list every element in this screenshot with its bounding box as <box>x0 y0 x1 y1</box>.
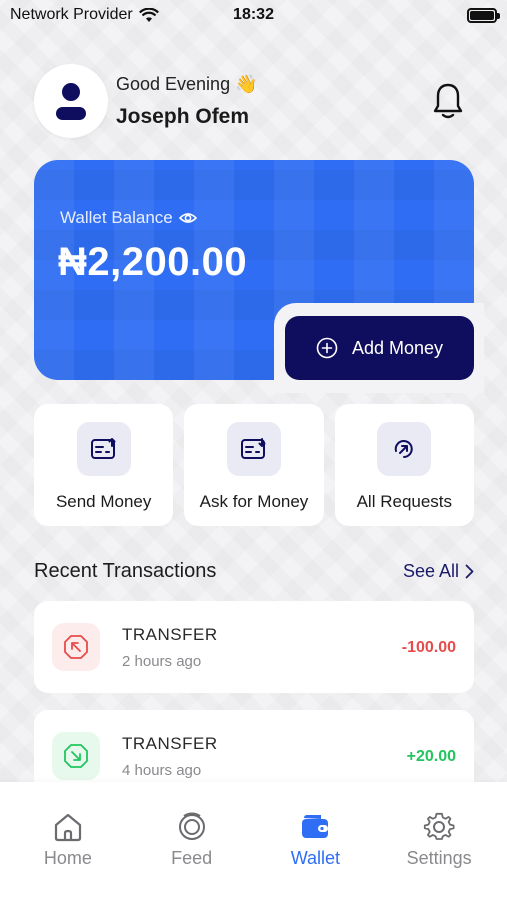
gear-icon <box>424 812 455 840</box>
tab-bar: Home Feed Wallet Settings <box>0 782 507 900</box>
recent-transactions-header: Recent Transactions See All <box>34 560 474 583</box>
home-icon <box>54 813 81 842</box>
tab-settings-label: Settings <box>406 848 472 868</box>
incoming-transfer-icon <box>52 732 100 780</box>
avatar[interactable] <box>34 64 108 138</box>
feed-icon <box>178 812 205 840</box>
quick-actions: Send Money Ask for Money All Requests <box>34 404 474 526</box>
user-icon <box>56 83 86 120</box>
wallet-balance-label: Wallet Balance <box>60 208 197 228</box>
see-all-label: See All <box>402 561 459 581</box>
status-time: 18:32 <box>233 6 274 23</box>
header: Good Evening 👋 Joseph Ofem <box>34 64 473 138</box>
send-money-icon <box>76 422 131 476</box>
transaction-amount: +20.00 <box>406 748 456 765</box>
transaction-row[interactable]: TRANSFER 2 hours ago -100.00 <box>34 601 474 693</box>
status-bar: Network Provider 18:32 <box>0 0 507 30</box>
tab-feed[interactable]: Feed <box>137 812 247 900</box>
recent-transactions-title: Recent Transactions <box>34 560 217 582</box>
wallet-label-text: Wallet Balance <box>60 208 173 227</box>
all-requests-label: All Requests <box>356 492 453 511</box>
carrier-name: Network Provider <box>10 6 133 23</box>
wave-emoji: 👋 <box>235 73 258 94</box>
all-requests-button[interactable]: All Requests <box>334 404 474 526</box>
requests-icon <box>377 422 432 476</box>
user-name: Joseph Ofem <box>116 104 250 128</box>
transaction-time: 4 hours ago <box>122 762 202 779</box>
notification-button[interactable] <box>433 82 463 125</box>
tab-settings[interactable]: Settings <box>384 812 494 900</box>
transaction-type: TRANSFER <box>122 625 218 644</box>
tab-wallet-label: Wallet <box>290 848 341 868</box>
greeting-block: Good Evening 👋 Joseph Ofem <box>116 74 258 129</box>
transaction-time: 2 hours ago <box>122 653 202 670</box>
ask-money-label: Ask for Money <box>199 492 309 511</box>
tab-feed-label: Feed <box>171 848 213 868</box>
tab-home-label: Home <box>43 848 92 868</box>
ask-money-button[interactable]: Ask for Money <box>184 404 324 526</box>
see-all-link[interactable]: See All <box>403 561 474 582</box>
ask-money-icon <box>226 422 281 476</box>
transaction-type: TRANSFER <box>122 734 218 753</box>
status-left: Network Provider <box>10 6 159 24</box>
transaction-amount: -100.00 <box>401 639 456 656</box>
send-money-button[interactable]: Send Money <box>34 404 174 526</box>
tab-wallet[interactable]: Wallet <box>260 812 370 900</box>
bell-icon <box>433 83 463 119</box>
eye-icon[interactable] <box>178 211 197 225</box>
greeting-line: Good Evening 👋 <box>116 74 258 95</box>
wallet-icon <box>302 815 329 838</box>
chevron-right-icon <box>465 564 474 579</box>
add-money-button[interactable]: Add Money <box>285 316 474 380</box>
wallet-balance-amount: ₦2,200.00 <box>58 240 248 284</box>
wifi-icon <box>138 7 159 22</box>
send-money-label: Send Money <box>55 492 152 511</box>
battery-icon <box>467 7 500 23</box>
outgoing-transfer-icon <box>52 623 100 671</box>
plus-circle-icon <box>316 337 338 359</box>
add-money-label: Add Money <box>351 337 444 358</box>
tab-home[interactable]: Home <box>13 812 123 900</box>
greeting-text: Good Evening <box>116 73 231 94</box>
